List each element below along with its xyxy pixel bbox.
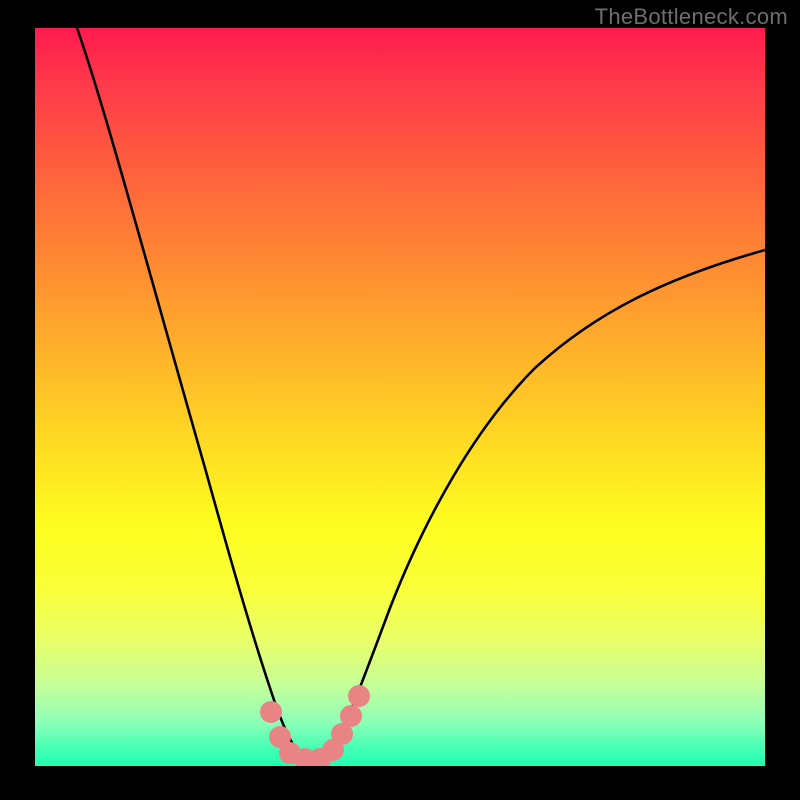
- marker-dot: [348, 685, 370, 707]
- watermark-text: TheBottleneck.com: [595, 4, 788, 30]
- marker-dot: [260, 701, 282, 723]
- marker-dot: [340, 705, 362, 727]
- plot-area: [35, 28, 765, 766]
- curve-layer: [35, 28, 765, 766]
- marker-group: [260, 685, 370, 766]
- bottleneck-curve: [77, 28, 765, 763]
- chart-container: TheBottleneck.com: [0, 0, 800, 800]
